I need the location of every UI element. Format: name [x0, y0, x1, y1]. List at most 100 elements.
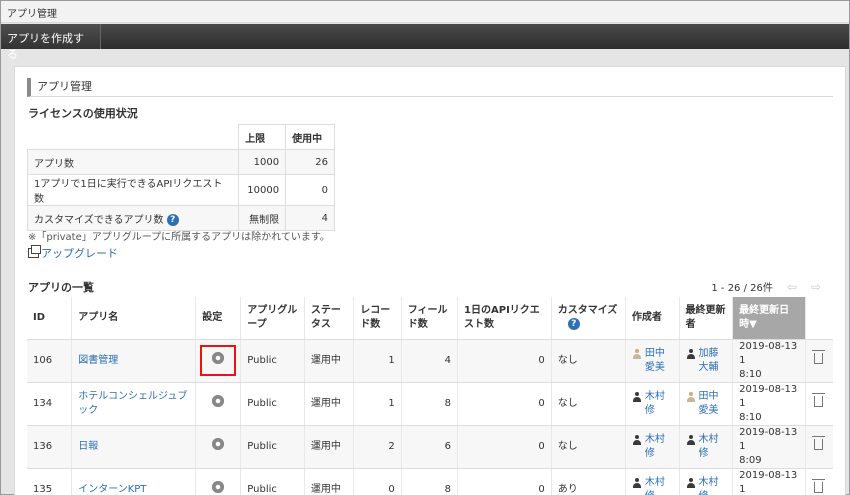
trash-icon[interactable] — [811, 478, 825, 493]
app-group: Public — [240, 425, 305, 469]
updater-link[interactable]: 加藤 大輔 — [686, 347, 719, 375]
app-fields: 6 — [401, 425, 459, 469]
user-icon — [686, 434, 696, 445]
app-name-link[interactable]: 図書管理 — [71, 339, 197, 383]
pager: 1 - 26 / 26件 ⇦ ⇨ — [711, 279, 821, 294]
app-fields: 8 — [401, 468, 459, 495]
user-icon — [686, 348, 696, 359]
col-id[interactable]: ID — [27, 297, 73, 340]
app-api: 0 — [457, 339, 552, 383]
app-custom: なし — [551, 382, 626, 426]
app-id: 106 — [27, 339, 73, 383]
gear-icon[interactable] — [211, 394, 225, 408]
updater-link[interactable]: 木村 修 — [686, 433, 719, 461]
col-updater[interactable]: 最終更新者 — [679, 297, 734, 340]
license-note: ※「private」アプリグループに所属するアプリは除かれています。 — [28, 232, 330, 243]
table-row: 136 日報 Public 運用中 2 6 0 なし 木村 修 木村 修 201… — [27, 425, 833, 469]
create-app-button[interactable]: アプリを作成する — [1, 24, 101, 61]
user-icon — [632, 434, 642, 445]
user-icon — [686, 477, 696, 488]
app-frame: アプリ管理 アプリを作成する アプリ管理 ライセンスの使用状況 上限 使用中 ア… — [0, 0, 850, 495]
app-group: Public — [240, 339, 305, 383]
app-group: Public — [240, 468, 305, 495]
prev-page-icon[interactable]: ⇦ — [787, 280, 797, 294]
page-title: アプリ管理 — [27, 78, 833, 97]
app-updated: 2019-08-13 1 8:10 — [732, 339, 806, 383]
user-photo-icon — [632, 348, 642, 359]
external-link-icon — [28, 245, 41, 258]
app-status: 運用中 — [304, 425, 355, 469]
updater-link[interactable]: 木村 修 — [686, 476, 719, 495]
help-icon[interactable]: ? — [166, 213, 179, 226]
app-name-link[interactable]: ホテルコンシェルジュブック — [71, 382, 197, 426]
license-row-used: 4 — [285, 205, 335, 231]
col-api[interactable]: 1日のAPIリクエスト数 — [457, 297, 552, 340]
table-row: 135 インターンKPT Public 運用中 0 8 0 あり 木村 修 木村… — [27, 468, 833, 495]
col-updated[interactable]: 最終更新日時▼ — [732, 297, 806, 340]
license-row-label: 1アプリで1日に実行できるAPIリクエスト数 — [26, 174, 240, 206]
app-updated: 2019-08-13 1 8:09 — [732, 425, 806, 469]
license-row-label: アプリ数 — [26, 149, 240, 175]
license-row-used: 0 — [285, 174, 335, 206]
col-settings: 設定 — [195, 297, 242, 340]
app-fields: 8 — [401, 382, 459, 426]
user-photo-icon — [686, 391, 696, 402]
app-status: 運用中 — [304, 382, 355, 426]
app-custom: なし — [551, 339, 626, 383]
settings-highlight — [200, 345, 237, 376]
gear-icon[interactable] — [211, 480, 225, 494]
app-updated: 2019-08-13 1 8:10 — [732, 382, 806, 426]
apps-title: アプリの一覧 — [28, 281, 94, 294]
col-custom[interactable]: カスタマイズ? — [551, 297, 626, 340]
app-status: 運用中 — [304, 468, 355, 495]
app-status: 運用中 — [304, 339, 355, 383]
toolbar: アプリを作成する — [1, 24, 849, 61]
app-fields: 4 — [401, 339, 459, 383]
license-header-limit: 上限 — [238, 124, 287, 150]
gear-icon[interactable] — [211, 351, 225, 365]
user-icon — [632, 391, 642, 402]
next-page-icon[interactable]: ⇨ — [811, 280, 821, 294]
app-updated: 2019-08-13 1 8:06 — [732, 468, 806, 495]
app-name-link[interactable]: インターンKPT — [71, 468, 197, 495]
license-row-used: 26 — [285, 149, 335, 175]
license-table: 上限 使用中 アプリ数 1000 26 1アプリで1日に実行できるAPIリクエス… — [26, 124, 335, 231]
col-name[interactable]: アプリ名 — [71, 297, 197, 340]
col-group[interactable]: アプリグループ — [240, 297, 305, 340]
main-panel: アプリ管理 ライセンスの使用状況 上限 使用中 アプリ数 1000 26 1アプ… — [14, 66, 846, 495]
creator-link[interactable]: 木村 修 — [632, 476, 665, 495]
license-header-used: 使用中 — [285, 124, 335, 150]
gear-icon[interactable] — [211, 437, 225, 451]
trash-icon[interactable] — [811, 435, 825, 450]
license-row-limit: 10000 — [238, 174, 287, 206]
table-row: 134 ホテルコンシェルジュブック Public 運用中 1 8 0 なし 木村… — [27, 382, 833, 426]
trash-icon[interactable] — [811, 349, 825, 364]
window-title: アプリ管理 — [1, 1, 849, 23]
pager-count: 1 - 26 / 26件 — [711, 283, 773, 294]
license-title: ライセンスの使用状況 — [28, 107, 138, 120]
app-records: 1 — [353, 382, 402, 426]
user-icon — [632, 477, 642, 488]
app-records: 1 — [353, 339, 402, 383]
creator-link[interactable]: 木村 修 — [632, 433, 665, 461]
app-group: Public — [240, 382, 305, 426]
license-row-limit: 無制限 — [238, 205, 287, 231]
help-icon[interactable]: ? — [567, 317, 580, 330]
creator-link[interactable]: 田中 愛美 — [632, 347, 665, 375]
app-records: 0 — [353, 468, 402, 495]
col-fields[interactable]: フィールド数 — [401, 297, 459, 340]
app-id: 134 — [27, 382, 73, 426]
trash-icon[interactable] — [811, 392, 825, 407]
license-row-label: カスタマイズできるアプリ数 ? — [26, 205, 240, 231]
col-creator[interactable]: 作成者 — [625, 297, 680, 340]
app-name-link[interactable]: 日報 — [71, 425, 197, 469]
upgrade-link[interactable]: アップグレード — [28, 245, 118, 261]
col-records[interactable]: レコード数 — [353, 297, 402, 340]
app-custom: なし — [551, 425, 626, 469]
app-api: 0 — [457, 425, 552, 469]
app-id: 135 — [27, 468, 73, 495]
app-records: 2 — [353, 425, 402, 469]
updater-link[interactable]: 田中 愛美 — [686, 390, 719, 418]
creator-link[interactable]: 木村 修 — [632, 390, 665, 418]
col-status[interactable]: ステータス — [304, 297, 355, 340]
